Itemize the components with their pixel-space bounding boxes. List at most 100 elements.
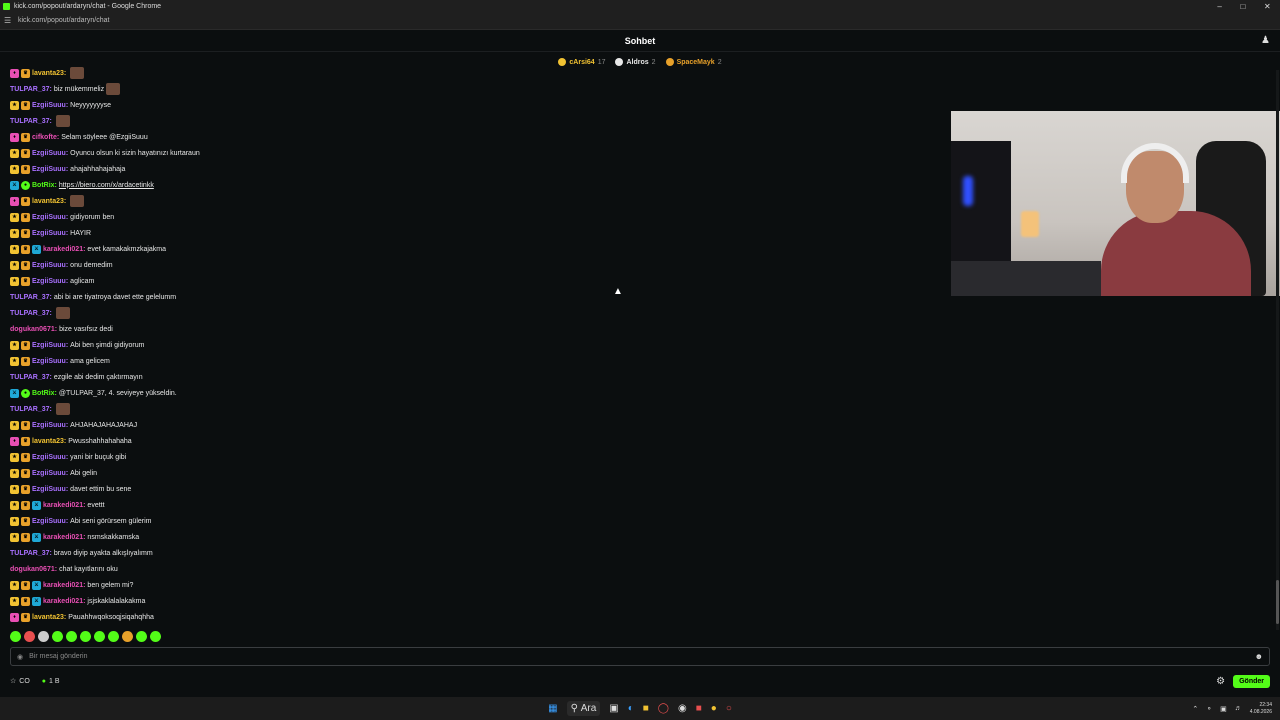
chat-input-placeholder[interactable]: Bir mesaj gönderin xyxy=(29,653,87,660)
edge-icon[interactable]: ◐ xyxy=(628,703,634,714)
chat-username[interactable]: EzgiiSuuu: xyxy=(32,214,68,221)
chat-username[interactable]: cifkofte: xyxy=(32,134,59,141)
bot-badge-icon[interactable]: ● xyxy=(21,180,30,190)
chat-username[interactable]: EzgiiSuuu: xyxy=(32,102,68,109)
points-button[interactable]: ● 1 B xyxy=(42,678,60,685)
chat-username[interactable]: TULPAR_37: xyxy=(10,374,52,381)
tray-network-icon[interactable]: ▣ xyxy=(1220,705,1227,713)
vip-badge-icon[interactable]: ♦ xyxy=(10,68,19,78)
sub-badge-icon[interactable]: ★ xyxy=(10,164,19,174)
chat-username[interactable]: EzgiiSuuu: xyxy=(32,262,68,269)
chat-username[interactable]: BotRix: xyxy=(32,182,57,189)
sub-badge-icon[interactable]: ★ xyxy=(10,228,19,238)
emote-11[interactable] xyxy=(150,630,161,642)
tray-volume-icon[interactable]: ♬ xyxy=(1235,705,1242,712)
sub-badge-icon[interactable]: ★ xyxy=(10,276,19,286)
sub-badge-icon[interactable]: ★ xyxy=(10,452,19,462)
chat-emote-icon[interactable] xyxy=(55,307,70,319)
chat-username[interactable]: karakedi021: xyxy=(43,246,85,253)
crown-badge-icon[interactable]: ♛ xyxy=(21,132,30,142)
mod-badge-icon[interactable]: ⚔ xyxy=(10,180,19,190)
taskbar-clock[interactable]: 22:34 4.08.2026 xyxy=(1250,702,1272,716)
task-view-icon[interactable]: ▣ xyxy=(609,703,618,714)
chat-username[interactable]: karakedi021: xyxy=(43,534,85,541)
mod-badge-icon[interactable]: ⚔ xyxy=(32,532,41,542)
chat-username[interactable]: TULPAR_37: xyxy=(10,294,52,301)
url-text[interactable]: kick.com/popout/ardaryn/chat xyxy=(18,17,109,24)
crown-badge-icon[interactable]: ♛ xyxy=(21,484,30,494)
emote-2[interactable] xyxy=(24,630,35,642)
chat-username[interactable]: TULPAR_37: xyxy=(10,550,52,557)
crown-badge-icon[interactable]: ♛ xyxy=(21,468,30,478)
chat-username[interactable]: EzgiiSuuu: xyxy=(32,342,68,349)
red-app-icon[interactable]: ■ xyxy=(696,703,702,714)
sub-badge-icon[interactable]: ★ xyxy=(10,212,19,222)
chat-username[interactable]: EzgiiSuuu: xyxy=(32,454,68,461)
crown-badge-icon[interactable]: ♛ xyxy=(21,612,30,622)
crown-badge-icon[interactable]: ♛ xyxy=(21,228,30,238)
close-icon[interactable]: ✕ xyxy=(1264,2,1271,11)
chat-username[interactable]: TULPAR_37: xyxy=(10,406,52,413)
crown-badge-icon[interactable]: ♛ xyxy=(21,196,30,206)
chat-username[interactable]: EzgiiSuuu: xyxy=(32,518,68,525)
chat-username[interactable]: TULPAR_37: xyxy=(10,310,52,317)
emote-6[interactable] xyxy=(80,630,91,642)
emote-5[interactable] xyxy=(66,630,77,642)
crown-badge-icon[interactable]: ♛ xyxy=(21,260,30,270)
chat-username[interactable]: lavanta23: xyxy=(32,614,66,621)
crown-badge-icon[interactable]: ♛ xyxy=(21,452,30,462)
sub-badge-icon[interactable]: ★ xyxy=(10,532,19,542)
sub-badge-icon[interactable]: ★ xyxy=(10,596,19,606)
chat-username[interactable]: EzgiiSuuu: xyxy=(32,358,68,365)
sub-badge-icon[interactable]: ★ xyxy=(10,100,19,110)
crown-badge-icon[interactable]: ♛ xyxy=(21,532,30,542)
crown-badge-icon[interactable]: ♛ xyxy=(21,244,30,254)
crown-badge-icon[interactable]: ♛ xyxy=(21,436,30,446)
sub-badge-icon[interactable]: ★ xyxy=(10,260,19,270)
chat-username[interactable]: TULPAR_37: xyxy=(10,118,52,125)
crown-badge-icon[interactable]: ♛ xyxy=(21,212,30,222)
chat-emote-icon[interactable] xyxy=(70,67,85,79)
crown-badge-icon[interactable]: ♛ xyxy=(21,100,30,110)
user-settings-icon[interactable]: ♟ xyxy=(1261,35,1270,46)
sub-badge-icon[interactable]: ★ xyxy=(10,420,19,430)
chat-username[interactable]: karakedi021: xyxy=(43,582,85,589)
tray-chevron-icon[interactable]: ⌃ xyxy=(1192,705,1198,713)
crown-badge-icon[interactable]: ♛ xyxy=(21,148,30,158)
maximize-icon[interactable]: □ xyxy=(1240,2,1245,11)
crown-badge-icon[interactable]: ♛ xyxy=(21,340,30,350)
chat-emote-icon[interactable] xyxy=(70,195,85,207)
chat-username[interactable]: karakedi021: xyxy=(43,502,85,509)
sub-badge-icon[interactable]: ★ xyxy=(10,500,19,510)
crown-badge-icon[interactable]: ♛ xyxy=(21,580,30,590)
minimize-icon[interactable]: – xyxy=(1217,2,1221,11)
sub-badge-icon[interactable]: ★ xyxy=(10,148,19,158)
emote-4[interactable] xyxy=(52,630,63,642)
chat-settings-icon[interactable]: ⚙ xyxy=(1216,676,1225,687)
sub-badge-icon[interactable]: ★ xyxy=(10,244,19,254)
steam-icon[interactable]: ◉ xyxy=(678,703,687,714)
vip-badge-icon[interactable]: ♦ xyxy=(10,612,19,622)
chat-emote-icon[interactable] xyxy=(55,115,70,127)
sub-badge-icon[interactable]: ★ xyxy=(10,468,19,478)
chat-username[interactable]: BotRix: xyxy=(32,390,57,397)
chat-username[interactable]: lavanta23: xyxy=(32,70,66,77)
emoji-picker-icon[interactable]: ☻ xyxy=(1255,652,1263,661)
sub-badge-icon[interactable]: ★ xyxy=(10,516,19,526)
chat-username[interactable]: TULPAR_37: xyxy=(10,86,52,93)
chat-username[interactable]: karakedi021: xyxy=(43,598,85,605)
chat-username[interactable]: EzgiiSuuu: xyxy=(32,278,68,285)
chat-username[interactable]: EzgiiSuuu: xyxy=(32,470,68,477)
chat-link[interactable]: https://biero.com/x/ardacetinkk xyxy=(59,182,154,189)
chat-username[interactable]: dogukan0671: xyxy=(10,326,57,333)
tray-mic-icon[interactable]: ⚬ xyxy=(1206,705,1212,713)
crown-badge-icon[interactable]: ♛ xyxy=(21,356,30,366)
sub-badge-icon[interactable]: ★ xyxy=(10,580,19,590)
chat-username[interactable]: lavanta23: xyxy=(32,198,66,205)
chat-emote-icon[interactable] xyxy=(55,403,70,415)
sub-badge-icon[interactable]: ★ xyxy=(10,356,19,366)
emote-7[interactable] xyxy=(94,630,105,642)
chrome-icon[interactable]: ● xyxy=(711,703,717,714)
mod-badge-icon[interactable]: ⚔ xyxy=(10,388,19,398)
chat-username[interactable]: lavanta23: xyxy=(32,438,66,445)
